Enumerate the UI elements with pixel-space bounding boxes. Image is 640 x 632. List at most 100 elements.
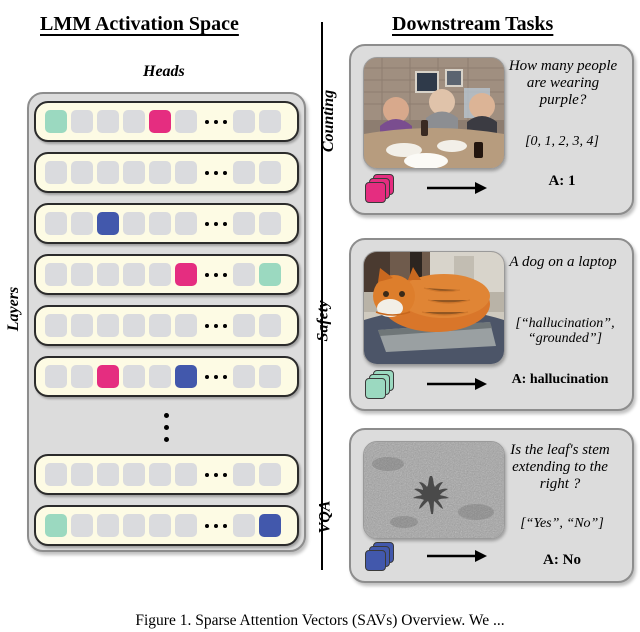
sav-vector-stack-icon-blue: [365, 542, 395, 572]
head-cell: [259, 161, 281, 184]
head-cell: [233, 212, 255, 235]
head-cell: [175, 314, 197, 337]
head-cell: [71, 263, 93, 286]
sav-vector-stack-icon-teal: [365, 370, 395, 400]
head-cell: [123, 263, 145, 286]
task-answer-safety: A: hallucination: [511, 372, 609, 387]
head-cell: [149, 161, 171, 184]
head-cell: [45, 212, 67, 235]
head-cell: [123, 514, 145, 537]
layer-row: [34, 305, 299, 346]
task-question-counting: How many people are wearing purple?: [508, 58, 618, 108]
head-cell: [97, 161, 119, 184]
heads-axis-label: Heads: [143, 63, 185, 80]
activation-space-container: [27, 92, 306, 552]
head-cell: [45, 463, 67, 486]
head-cell: [149, 314, 171, 337]
task-card-vqa: Is the leaf's stem extending to the righ…: [349, 428, 634, 583]
head-cell: [71, 212, 93, 235]
task-options-counting: [0, 1, 2, 3, 4]: [525, 134, 599, 149]
head-cell-active-blue: [259, 514, 281, 537]
head-cell: [175, 161, 197, 184]
head-cell: [97, 110, 119, 133]
task-label-safety: Safety: [314, 300, 332, 342]
head-cell: [123, 463, 145, 486]
head-cell: [45, 314, 67, 337]
vertical-ellipsis-icon: [164, 413, 169, 442]
sav-vector-stack-icon-pink: [365, 174, 395, 204]
task-label-counting: Counting: [320, 89, 338, 153]
horizontal-ellipsis-icon: [205, 323, 227, 328]
arrow-right-icon: [427, 180, 489, 196]
head-cell: [149, 212, 171, 235]
head-cell: [123, 314, 145, 337]
head-cell: [97, 514, 119, 537]
layer-row: [34, 152, 299, 193]
head-cell: [259, 212, 281, 235]
page-title-activation-space: LMM Activation Space: [40, 13, 239, 35]
head-cell: [97, 314, 119, 337]
head-cell: [45, 365, 67, 388]
head-cell: [233, 514, 255, 537]
head-cell: [233, 263, 255, 286]
head-cell: [259, 110, 281, 133]
task-answer-vqa: A: No: [543, 552, 581, 568]
task-question-vqa: Is the leaf's stem extending to the righ…: [510, 442, 610, 492]
head-cell: [149, 463, 171, 486]
head-cell: [233, 110, 255, 133]
layer-row: [34, 254, 299, 295]
figure-caption: Figure 1. Sparse Attention Vectors (SAVs…: [135, 612, 505, 629]
head-cell: [175, 212, 197, 235]
head-cell: [97, 263, 119, 286]
layer-row: [34, 203, 299, 244]
head-cell: [149, 365, 171, 388]
layer-row: [34, 454, 299, 495]
page-title-downstream-tasks: Downstream Tasks: [392, 13, 554, 35]
task-question-safety: A dog on a laptop: [509, 254, 617, 270]
head-cell: [123, 161, 145, 184]
head-cell: [233, 314, 255, 337]
head-cell-active-pink: [149, 110, 171, 133]
head-cell: [123, 212, 145, 235]
head-cell: [175, 514, 197, 537]
arrow-right-icon: [427, 548, 489, 564]
head-cell: [123, 365, 145, 388]
task-image-safety: [363, 251, 505, 365]
head-cell: [259, 365, 281, 388]
layer-row: [34, 101, 299, 142]
head-cell-active-teal: [259, 263, 281, 286]
task-card-counting: How many people are wearing purple? [0, …: [349, 44, 634, 215]
head-cell: [71, 365, 93, 388]
horizontal-ellipsis-icon: [205, 272, 227, 277]
head-cell: [123, 110, 145, 133]
head-cell: [45, 161, 67, 184]
head-cell-active-teal: [45, 110, 67, 133]
head-cell: [259, 463, 281, 486]
head-cell-active-blue: [97, 212, 119, 235]
horizontal-ellipsis-icon: [205, 119, 227, 124]
task-image-counting: [363, 57, 505, 169]
head-cell: [175, 110, 197, 133]
horizontal-ellipsis-icon: [205, 374, 227, 379]
head-cell: [233, 463, 255, 486]
head-cell-active-pink: [175, 263, 197, 286]
task-answer-counting: A: 1: [548, 173, 576, 189]
head-cell: [149, 514, 171, 537]
layer-row: [34, 356, 299, 397]
horizontal-ellipsis-icon: [205, 472, 227, 477]
head-cell: [149, 263, 171, 286]
head-cell: [97, 463, 119, 486]
head-cell: [45, 263, 67, 286]
head-cell-active-teal: [45, 514, 67, 537]
horizontal-ellipsis-icon: [205, 221, 227, 226]
horizontal-ellipsis-icon: [205, 170, 227, 175]
head-cell: [233, 365, 255, 388]
head-cell-active-pink: [97, 365, 119, 388]
task-image-vqa: [363, 441, 505, 539]
head-cell: [175, 463, 197, 486]
arrow-right-icon: [427, 376, 489, 392]
head-cell: [71, 110, 93, 133]
task-options-safety: [“hallucination”, “grounded”]: [515, 316, 615, 347]
head-cell: [71, 514, 93, 537]
task-card-safety: A dog on a laptop [“hallucination”, “gro…: [349, 238, 634, 411]
